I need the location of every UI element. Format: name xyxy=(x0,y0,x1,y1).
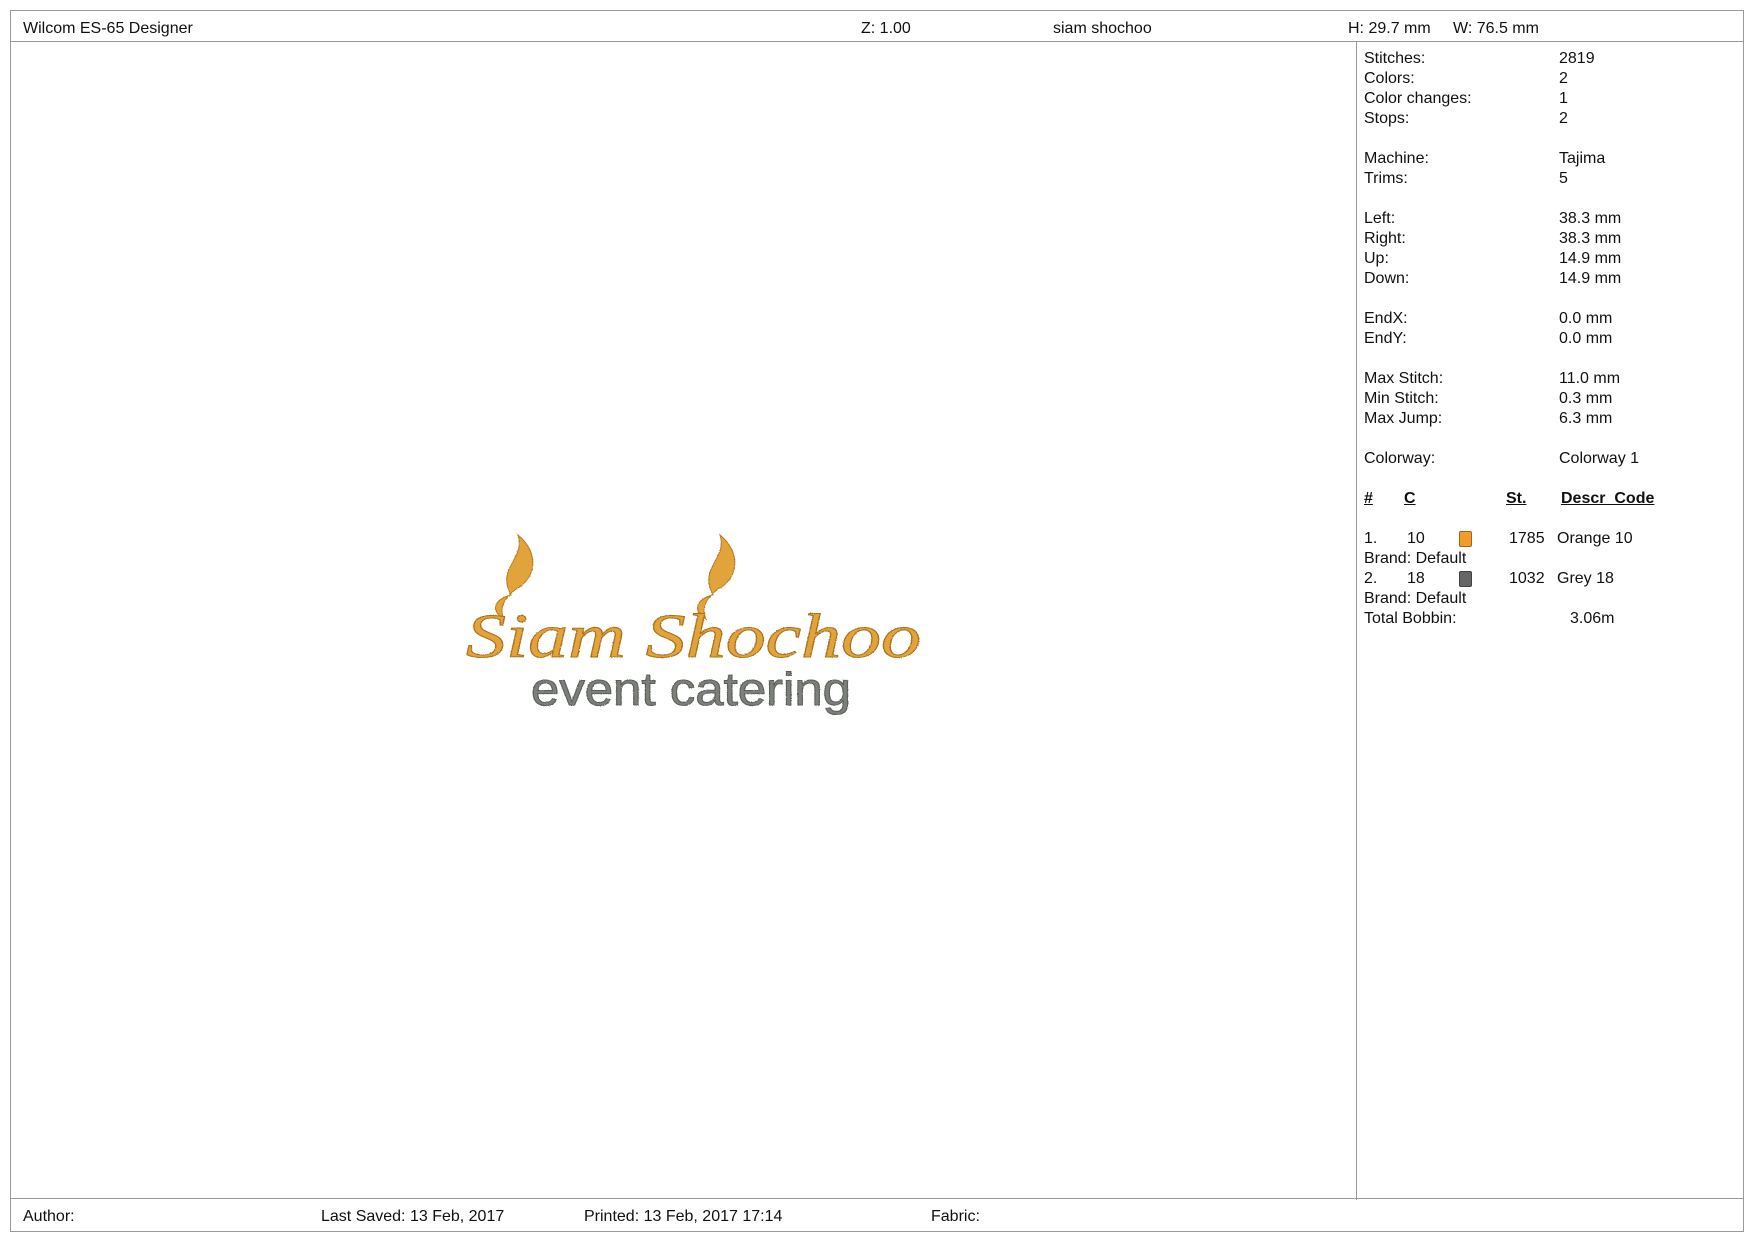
stat-colors: Colors: 2 xyxy=(1364,70,1568,87)
design-height: H: 29.7 mm xyxy=(1348,20,1431,37)
fabric-label: Fabric: xyxy=(931,1208,980,1225)
header-bar: Wilcom ES-65 Designer Z: 1.00 siam shoch… xyxy=(11,11,1743,42)
last-saved: Last Saved: 13 Feb, 2017 xyxy=(321,1208,505,1225)
stats-panel: Stitches: 2819 Colors: 2 Color changes: 1 S… xyxy=(1359,42,1739,629)
app-name: Wilcom ES-65 Designer xyxy=(23,20,193,37)
stat-trims: Trims: 5 xyxy=(1364,170,1568,187)
stat-right: Right: 38.3 mm xyxy=(1364,230,1622,247)
color-row: 1. 10 1785 Orange 10 xyxy=(1364,530,1633,547)
printed-date: Printed: 13 Feb, 2017 17:14 xyxy=(584,1208,783,1225)
stat-machine: Machine: Tajima xyxy=(1364,150,1606,167)
color-table-header: # C St. Descr Code xyxy=(1359,489,1739,509)
logo-subtitle: event catering xyxy=(531,663,851,715)
footer-bar: Author: Last Saved: 13 Feb, 2017 Printed… xyxy=(11,1198,1743,1231)
design-width: W: 76.5 mm xyxy=(1453,20,1539,37)
stat-max-stitch: Max Stitch: 11.0 mm xyxy=(1364,370,1621,387)
stat-endy: EndY: 0.0 mm xyxy=(1364,330,1613,347)
stat-left: Left: 38.3 mm xyxy=(1364,210,1622,227)
design-canvas: Siam Shochoo event catering xyxy=(11,42,1357,1200)
stat-endx: EndX: 0.0 mm xyxy=(1364,310,1613,327)
col-stitches-header: St. xyxy=(1506,490,1527,507)
col-desc-header: Descr Code xyxy=(1561,490,1655,507)
stat-color-changes: Color changes: 1 xyxy=(1364,90,1568,107)
stat-min-stitch: Min Stitch: 0.3 mm xyxy=(1364,390,1613,407)
stat-stops: Stops: 2 xyxy=(1364,110,1568,127)
embroidery-design: Siam Shochoo event catering xyxy=(466,533,922,716)
col-num-header: # xyxy=(1364,490,1373,507)
print-sheet: Wilcom ES-65 Designer Z: 1.00 siam shoch… xyxy=(10,10,1744,1232)
total-bobbin: Total Bobbin: 3.06m xyxy=(1364,610,1615,627)
color-row-brand: Brand: Default xyxy=(1364,590,1467,607)
zoom-level: Z: 1.00 xyxy=(861,20,911,37)
stat-up: Up: 14.9 mm xyxy=(1364,250,1622,267)
color-row: 2. 18 1032 Grey 18 xyxy=(1364,570,1614,587)
stat-max-jump: Max Jump: 6.3 mm xyxy=(1364,410,1613,427)
col-code-header: C xyxy=(1404,490,1416,507)
color-swatch-grey xyxy=(1459,571,1472,587)
color-row-brand: Brand: Default xyxy=(1364,550,1467,567)
logo-title: Siam Shochoo xyxy=(466,603,921,671)
design-name: siam shochoo xyxy=(1053,20,1152,37)
stat-colorway: Colorway: Colorway 1 xyxy=(1364,450,1640,467)
color-swatch-orange xyxy=(1459,531,1472,547)
author-label: Author: xyxy=(23,1208,75,1225)
stat-stitches: Stitches: 2819 xyxy=(1364,50,1595,67)
stat-down: Down: 14.9 mm xyxy=(1364,270,1622,287)
